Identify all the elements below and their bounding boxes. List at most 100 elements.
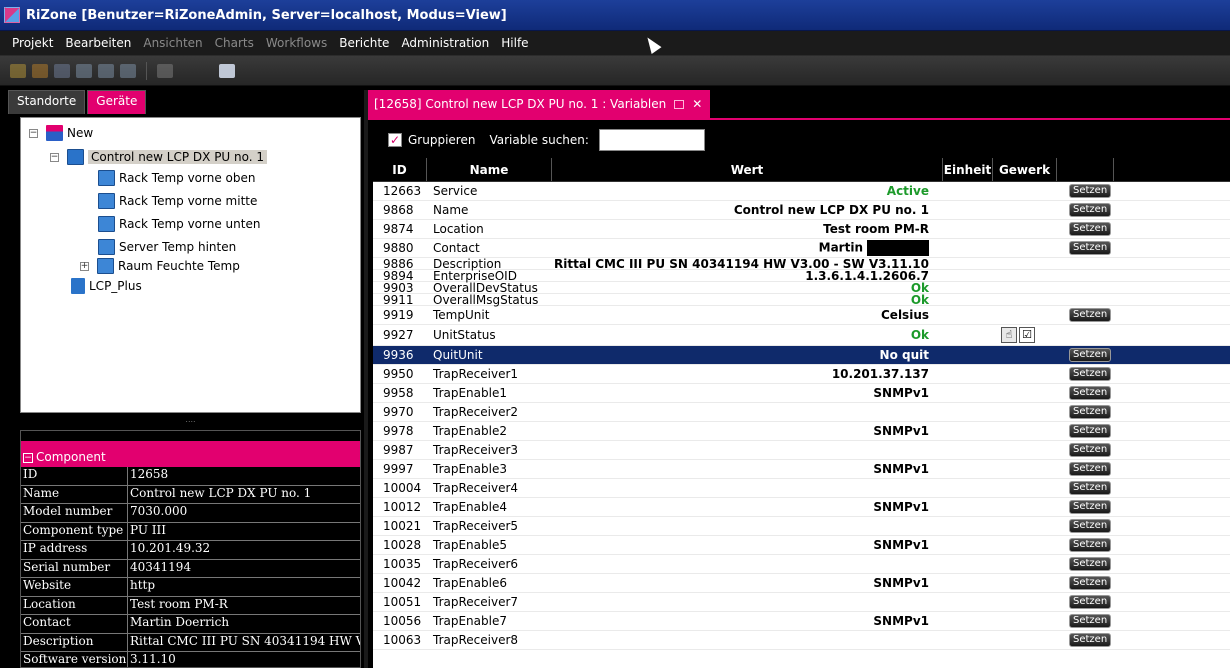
property-row[interactable]: ID 12658 xyxy=(21,467,360,486)
setzen-button[interactable]: Setzen xyxy=(1069,462,1112,476)
table-row[interactable]: 10004 TrapReceiver4 Setzen xyxy=(373,479,1230,498)
property-row[interactable]: Software version 3.11.10 xyxy=(21,652,360,667)
table-row[interactable]: 10051 TrapReceiver7 Setzen xyxy=(373,593,1230,612)
tree-node-sensor[interactable]: Rack Temp vorne mitte xyxy=(98,191,257,211)
tree-node-unit[interactable]: − Control new LCP DX PU no. 1 xyxy=(50,147,268,167)
cell-value[interactable]: Ok xyxy=(911,328,929,342)
table-row[interactable]: 9978 TrapEnable2 SNMPv1 Setzen xyxy=(373,422,1230,441)
setzen-button[interactable]: Setzen xyxy=(1069,308,1112,322)
tree-node-sensor[interactable]: Rack Temp vorne unten xyxy=(98,214,260,234)
table-row[interactable]: 9997 TrapEnable3 SNMPv1 Setzen xyxy=(373,460,1230,479)
property-value[interactable]: Martin Doerrich xyxy=(128,615,360,633)
cell-value[interactable]: SNMPv1 xyxy=(873,386,929,400)
setzen-button[interactable]: Setzen xyxy=(1069,405,1112,419)
property-row[interactable]: Serial number 40341194 xyxy=(21,559,360,578)
table-row[interactable]: 12663 Service Active Setzen xyxy=(373,182,1230,201)
property-row[interactable]: Contact Martin Doerrich xyxy=(21,615,360,634)
checkbox-icon[interactable]: ☑ xyxy=(1019,327,1035,343)
cell-value[interactable]: SNMPv1 xyxy=(873,424,929,438)
cell-value[interactable]: 10.201.37.137 xyxy=(832,367,929,381)
cell-value[interactable]: Martin xyxy=(819,240,929,256)
setzen-button[interactable]: Setzen xyxy=(1069,203,1112,217)
setzen-button[interactable]: Setzen xyxy=(1069,386,1112,400)
menu-bearbeiten[interactable]: Bearbeiten xyxy=(59,36,137,50)
cell-value[interactable]: SNMPv1 xyxy=(873,462,929,476)
setzen-button[interactable]: Setzen xyxy=(1069,241,1112,255)
table-row[interactable]: 10056 TrapEnable7 SNMPv1 Setzen xyxy=(373,612,1230,631)
property-value[interactable]: 3.11.10 xyxy=(128,652,360,667)
cell-value[interactable]: SNMPv1 xyxy=(873,576,929,590)
properties-header[interactable]: − Component xyxy=(21,441,360,467)
setzen-button[interactable]: Setzen xyxy=(1069,443,1112,457)
table-row[interactable]: 10063 TrapReceiver8 Setzen xyxy=(373,631,1230,650)
setzen-button[interactable]: Setzen xyxy=(1069,481,1112,495)
table-row[interactable]: 9936 QuitUnit No quit Setzen xyxy=(373,346,1230,365)
device-tree[interactable]: − New − Control new LCP DX PU no. 1 Rack… xyxy=(20,117,361,413)
setzen-button[interactable]: Setzen xyxy=(1069,557,1112,571)
menu-administration[interactable]: Administration xyxy=(395,36,495,50)
table-row[interactable]: 9958 TrapEnable1 SNMPv1 Setzen xyxy=(373,384,1230,403)
cell-value[interactable]: Celsius xyxy=(881,308,929,322)
cell-value[interactable]: SNMPv1 xyxy=(873,538,929,552)
property-row[interactable]: Location Test room PM-R xyxy=(21,596,360,615)
table-row[interactable]: 9880 Contact Martin Setzen xyxy=(373,239,1230,258)
setzen-button[interactable]: Setzen xyxy=(1069,576,1112,590)
tree-node-group[interactable]: + Raum Feuchte Temp xyxy=(80,256,240,276)
property-value[interactable]: 7030.000 xyxy=(128,504,360,522)
document-icon[interactable] xyxy=(219,63,235,78)
table-row[interactable]: 9927 UnitStatus Ok ☝ ☑ xyxy=(373,325,1230,346)
table-row[interactable]: 10035 TrapReceiver6 Setzen xyxy=(373,555,1230,574)
table-row[interactable]: 9987 TrapReceiver3 Setzen xyxy=(373,441,1230,460)
setzen-button[interactable]: Setzen xyxy=(1069,633,1112,647)
setzen-button[interactable]: Setzen xyxy=(1069,538,1112,552)
property-value[interactable]: Test room PM-R xyxy=(128,597,360,615)
cell-value[interactable]: Test room PM-R xyxy=(823,222,929,236)
property-value[interactable]: Control new LCP DX PU no. 1 xyxy=(128,486,360,504)
table-row[interactable]: 9950 TrapReceiver1 10.201.37.137 Setzen xyxy=(373,365,1230,384)
collapse-icon[interactable]: − xyxy=(50,152,59,162)
new-project-icon[interactable] xyxy=(10,63,26,78)
menu-ansichten[interactable]: Ansichten xyxy=(137,36,208,50)
collapse-icon[interactable]: − xyxy=(23,453,33,463)
table-row[interactable]: 10042 TrapEnable6 SNMPv1 Setzen xyxy=(373,574,1230,593)
setzen-button[interactable]: Setzen xyxy=(1069,348,1112,362)
setzen-button[interactable]: Setzen xyxy=(1069,519,1112,533)
collapse-icon[interactable]: − xyxy=(29,128,38,138)
property-row[interactable]: Name Control new LCP DX PU no. 1 xyxy=(21,485,360,504)
table-row[interactable]: 10012 TrapEnable4 SNMPv1 Setzen xyxy=(373,498,1230,517)
tools-icon[interactable] xyxy=(157,63,173,78)
menu-charts[interactable]: Charts xyxy=(209,36,260,50)
menu-berichte[interactable]: Berichte xyxy=(333,36,395,50)
column-header-id[interactable]: ID xyxy=(373,158,427,181)
tab-geraete[interactable]: Geräte xyxy=(87,90,147,114)
open-folder-icon[interactable] xyxy=(32,63,48,78)
table-row[interactable]: 10021 TrapReceiver5 Setzen xyxy=(373,517,1230,536)
table-row[interactable]: 10028 TrapEnable5 SNMPv1 Setzen xyxy=(373,536,1230,555)
setzen-button[interactable]: Setzen xyxy=(1069,424,1112,438)
column-header-gewerk[interactable]: Gewerk xyxy=(993,158,1057,181)
cell-value[interactable]: SNMPv1 xyxy=(873,500,929,514)
cell-value[interactable]: Active xyxy=(887,184,929,198)
expand-icon[interactable]: + xyxy=(80,261,89,271)
group-checkbox[interactable]: ✓ xyxy=(388,133,402,147)
variable-search-input[interactable] xyxy=(598,129,705,151)
setzen-button[interactable]: Setzen xyxy=(1069,367,1112,381)
property-row[interactable]: Model number 7030.000 xyxy=(21,504,360,523)
pin-icon[interactable] xyxy=(674,99,685,109)
cell-value[interactable]: Control new LCP DX PU no. 1 xyxy=(734,203,929,217)
menu-hilfe[interactable]: Hilfe xyxy=(495,36,534,50)
property-value[interactable]: PU III xyxy=(128,523,360,541)
save-icon[interactable] xyxy=(54,63,70,78)
close-icon[interactable]: ✕ xyxy=(692,97,702,111)
setzen-button[interactable]: Setzen xyxy=(1069,184,1112,198)
tree-node-sensor[interactable]: Rack Temp vorne oben xyxy=(98,168,256,188)
export-icon[interactable] xyxy=(120,63,136,78)
property-value[interactable]: 40341194 xyxy=(128,560,360,578)
property-value[interactable]: 12658 xyxy=(128,467,360,485)
tab-standorte[interactable]: Standorte xyxy=(8,90,86,114)
property-row[interactable]: Description Rittal CMC III PU SN 40341194… xyxy=(21,633,360,652)
property-value[interactable]: 10.201.49.32 xyxy=(128,541,360,559)
document-tab[interactable]: [12658] Control new LCP DX PU no. 1 : Va… xyxy=(368,90,711,118)
cell-value[interactable]: Ok xyxy=(911,293,929,307)
setzen-button[interactable]: Setzen xyxy=(1069,222,1112,236)
